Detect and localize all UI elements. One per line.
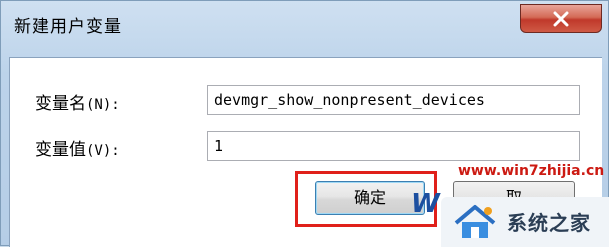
variable-name-input[interactable]: devmgr_show_nonpresent_devices <box>207 85 580 115</box>
variable-value-accelerator: (V): <box>86 143 120 159</box>
dialog-window: 新建用户变量 变量名(N): devmgr_show_nonpresent_de… <box>0 0 609 247</box>
watermark-logo: W <box>411 189 440 219</box>
variable-value-label-text: 变量值 <box>35 140 86 160</box>
watermark-site-name: 系统之家 <box>507 211 591 235</box>
watermark-url: www.win7zhijia.cn <box>458 163 605 179</box>
close-button[interactable] <box>520 4 602 33</box>
variable-name-label: 变量名(N): <box>35 89 120 114</box>
variable-name-label-text: 变量名 <box>35 94 86 114</box>
ok-button[interactable]: 确定 <box>315 181 425 215</box>
close-icon <box>552 11 570 27</box>
variable-value-input[interactable]: 1 <box>207 131 580 161</box>
dialog-title: 新建用户变量 <box>14 17 122 37</box>
variable-value-label: 变量值(V): <box>35 135 120 160</box>
house-logo-icon <box>452 203 498 246</box>
variable-name-accelerator: (N): <box>86 97 120 113</box>
